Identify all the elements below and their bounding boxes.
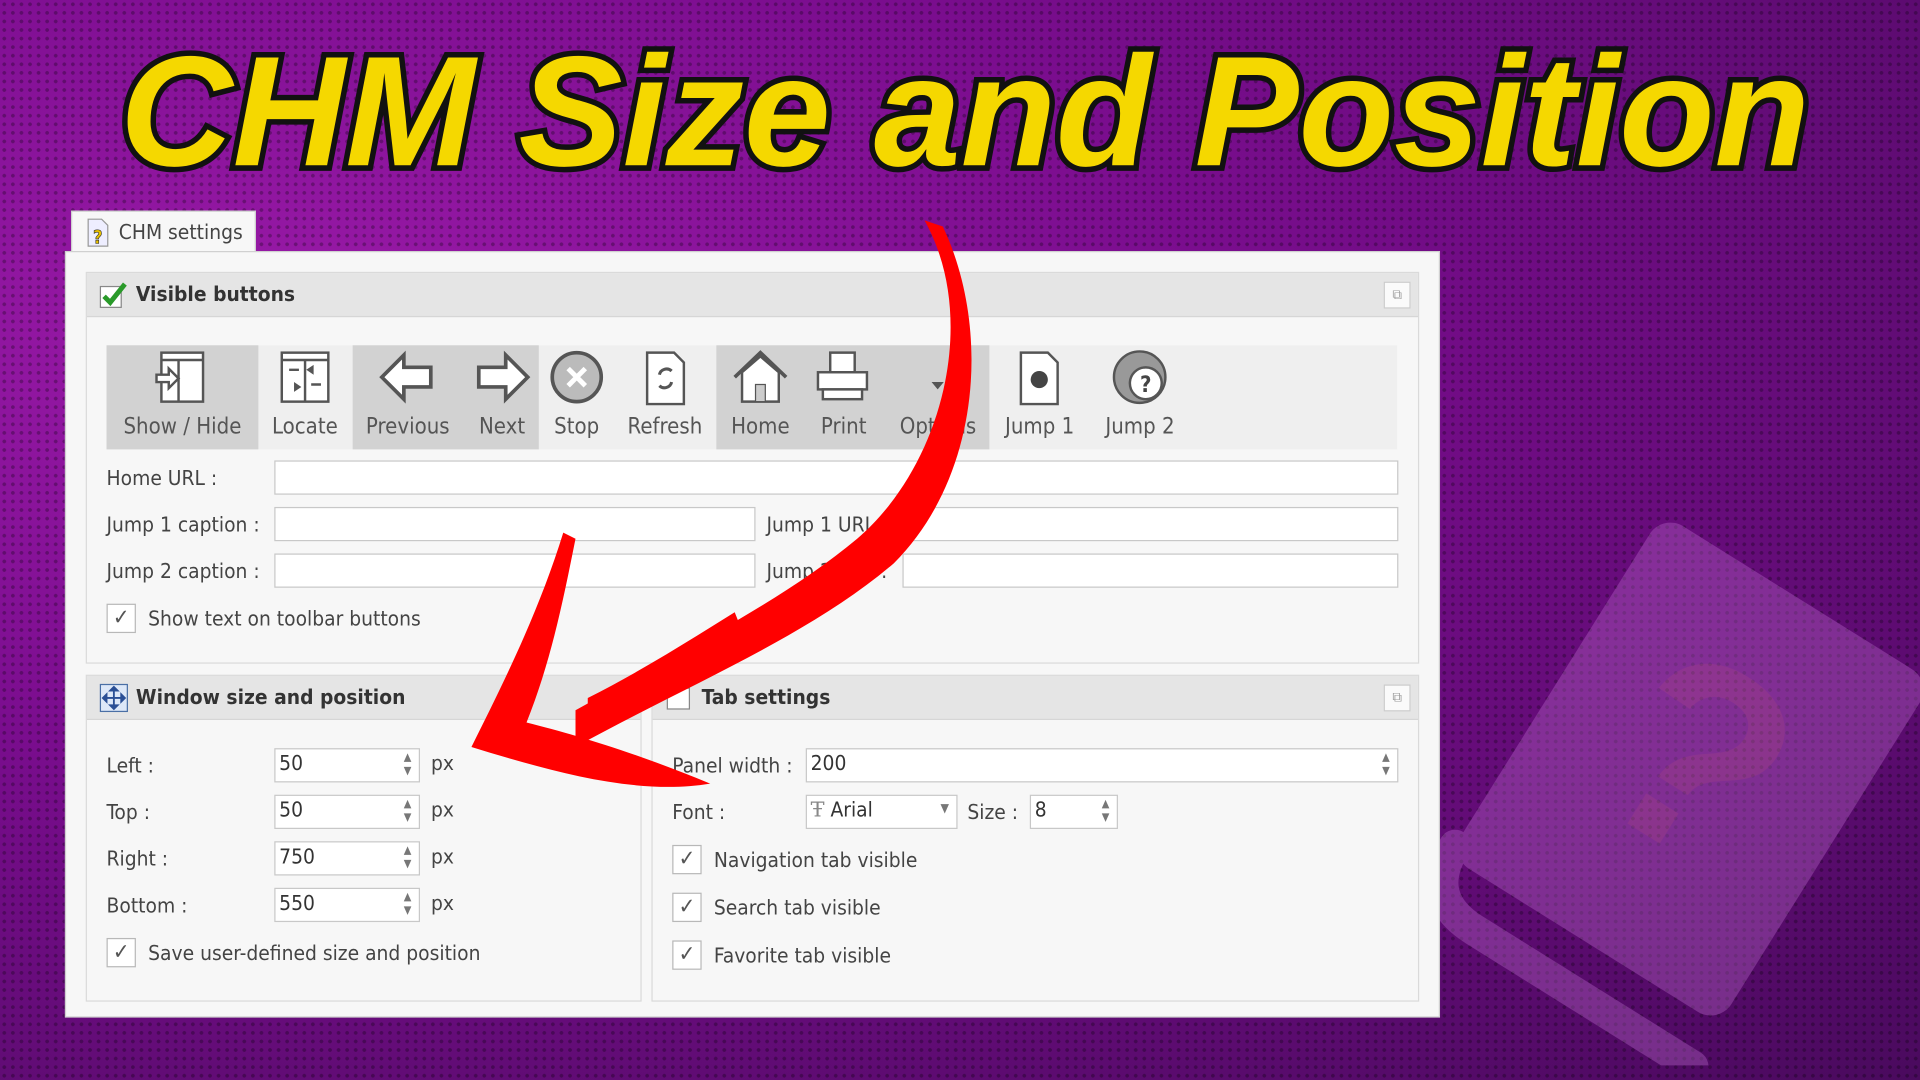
thumbnail: ? CHM Size and Position ? CHM settings V… (0, 0, 1920, 1080)
red-arrow (471, 220, 972, 787)
